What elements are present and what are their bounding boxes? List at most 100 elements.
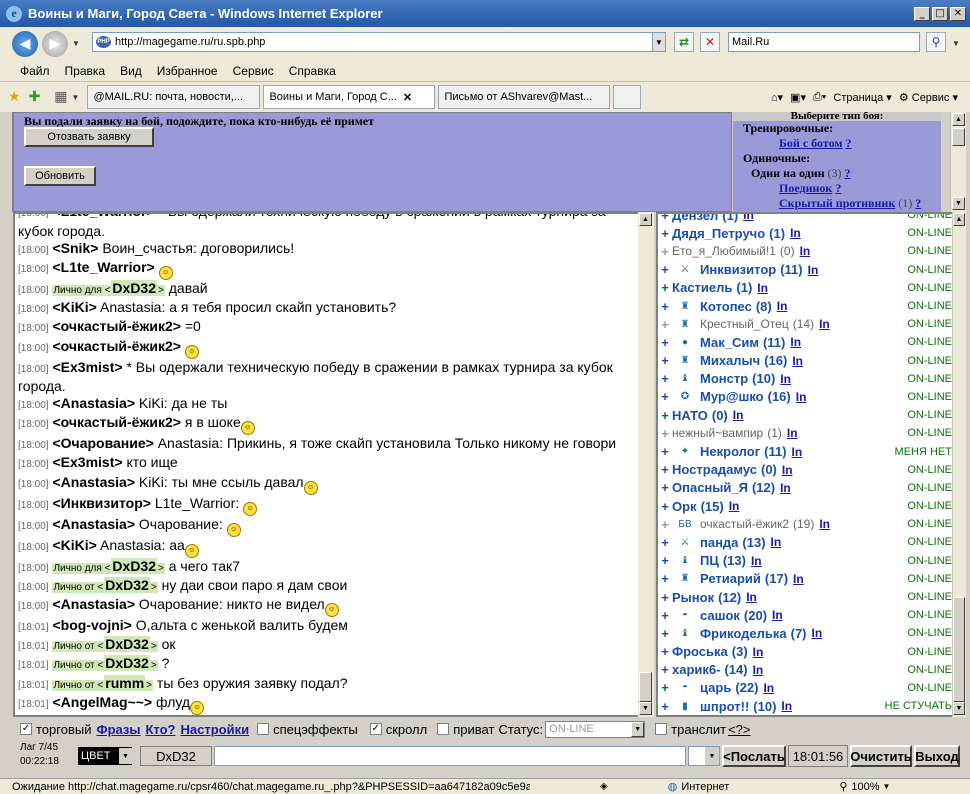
user-info-link[interactable]: In xyxy=(796,390,807,404)
user-info-link[interactable]: In xyxy=(751,554,762,568)
user-row[interactable]: + БВ очкастый-ёжик2 (19) In ON-LINE xyxy=(658,515,952,533)
page-menu[interactable]: Страница ▾ xyxy=(833,91,891,104)
user-row[interactable]: + нежный~вампир (1) In ON-LINE xyxy=(658,424,952,442)
chat-nick[interactable]: DxD32 xyxy=(104,655,150,672)
refresh-button[interactable]: Обновить xyxy=(24,166,96,186)
plus-icon[interactable]: + xyxy=(658,444,672,459)
minimize-button[interactable]: _ xyxy=(914,6,930,21)
address-dropdown-button[interactable]: ▼ xyxy=(652,32,666,52)
chat-nick-wrap[interactable]: <Anastasia> xyxy=(52,516,135,532)
plus-icon[interactable]: + xyxy=(658,499,672,514)
effects-checkbox[interactable] xyxy=(257,723,270,735)
menu-favorites[interactable]: Избранное xyxy=(157,64,218,78)
chat-nick[interactable]: очкастый-ёжик2 xyxy=(61,318,173,334)
menu-help[interactable]: Справка xyxy=(289,64,336,78)
scroll-up-icon[interactable]: ▲ xyxy=(639,213,652,226)
plus-icon[interactable]: + xyxy=(658,608,672,623)
plus-icon[interactable]: + xyxy=(658,299,672,314)
user-info-link[interactable]: In xyxy=(753,663,764,677)
user-info-link[interactable]: In xyxy=(771,535,782,549)
plus-icon[interactable]: + xyxy=(658,214,672,223)
user-name[interactable]: Ретиарий xyxy=(700,571,761,586)
user-info-link[interactable]: In xyxy=(792,354,803,368)
chat-nick[interactable]: KiKi xyxy=(61,299,89,315)
user-name[interactable]: Мак_Сим xyxy=(700,335,759,350)
user-row[interactable]: + ♝ Монстр (10) In ON-LINE xyxy=(658,370,952,388)
user-row[interactable]: + Нострадамус (0) In ON-LINE xyxy=(658,461,952,479)
menu-view[interactable]: Вид xyxy=(120,64,142,78)
scroll-down-icon[interactable]: ▼ xyxy=(639,702,652,715)
status-select[interactable]: ON-LINE ▼ xyxy=(545,720,646,738)
duel-help[interactable]: ? xyxy=(835,181,841,195)
user-info-link[interactable]: In xyxy=(772,608,783,622)
chat-nick[interactable]: DxD32 xyxy=(104,636,150,653)
user-info-link[interactable]: In xyxy=(743,214,754,222)
chat-nick[interactable]: DxD32 xyxy=(104,576,150,593)
chat-nick-wrap[interactable]: <L1te_Warrior> xyxy=(52,259,154,275)
plus-icon[interactable]: + xyxy=(658,517,672,532)
search-input[interactable]: Mail.Ru xyxy=(728,32,920,52)
history-dropdown-icon[interactable]: ▼ xyxy=(72,39,80,48)
user-row[interactable]: + ✪ Мур@шко (16) In ON-LINE xyxy=(658,388,952,406)
tools-menu[interactable]: ⚙ Сервис ▾ xyxy=(899,91,958,104)
print-icon[interactable]: ⎙▾ xyxy=(813,91,826,104)
user-info-link[interactable]: In xyxy=(733,408,744,422)
user-name[interactable]: Фроська xyxy=(672,644,728,659)
plus-icon[interactable]: + xyxy=(658,226,672,241)
user-row[interactable]: + ⚔ Инквизитор (11) In ON-LINE xyxy=(658,261,952,279)
user-name[interactable]: Ето_я_Любимый!1 xyxy=(672,244,776,258)
user-name[interactable]: Инквизитор xyxy=(700,262,776,277)
user-name[interactable]: Мур@шко xyxy=(700,389,764,404)
chat-nick-wrap[interactable]: <AngelMag~~> xyxy=(52,694,152,710)
message-input[interactable] xyxy=(214,746,686,766)
chat-nick[interactable]: KiKi xyxy=(61,537,89,553)
plus-icon[interactable]: + xyxy=(658,644,672,659)
chat-nick[interactable]: Anastasia xyxy=(61,474,127,490)
hidden-enemy-link[interactable]: Скрытый противник xyxy=(779,196,895,210)
plus-icon[interactable]: + xyxy=(658,389,672,404)
user-row[interactable]: + ♝ ПЦ (13) In ON-LINE xyxy=(658,552,952,570)
trade-checkbox[interactable]: ✓ xyxy=(20,723,32,735)
bot-fight-help[interactable]: ? xyxy=(846,136,852,150)
chat-nick[interactable]: L1te_Warrior xyxy=(61,259,147,275)
user-name[interactable]: Дензел xyxy=(672,214,718,223)
scroll-thumb[interactable] xyxy=(953,597,965,702)
chat-nick-wrap[interactable]: <Anastasia> xyxy=(52,474,135,490)
chat-nick[interactable]: DxD32 xyxy=(111,280,158,297)
user-info-link[interactable]: In xyxy=(790,335,801,349)
chat-nick-wrap[interactable]: <KiKi> xyxy=(52,537,96,553)
user-name[interactable]: Фрикоделька xyxy=(700,626,787,641)
user-info-link[interactable]: In xyxy=(790,226,801,240)
add-favorites-icon[interactable]: ✚ xyxy=(29,89,41,105)
one-on-one-help[interactable]: ? xyxy=(845,166,851,180)
clear-button[interactable]: Очистить xyxy=(850,745,912,767)
chat-nick-wrap[interactable]: <Очарование> xyxy=(52,435,153,451)
who-link[interactable]: Кто? xyxy=(145,722,175,737)
user-row[interactable]: + ♜ Крестный_Отец (14) In ON-LINE xyxy=(658,315,952,333)
duel-link[interactable]: Поединок xyxy=(779,181,832,195)
zoom-icon[interactable]: ⚲ xyxy=(839,780,847,793)
user-info-link[interactable]: In xyxy=(753,645,764,659)
user-row[interactable]: + НАТО (0) In ON-LINE xyxy=(658,406,952,424)
user-row[interactable]: + ♜ Котопес (8) In ON-LINE xyxy=(658,297,952,315)
phrase-select[interactable]: ▼ xyxy=(688,746,720,766)
scroll-down-icon[interactable]: ▼ xyxy=(953,702,965,715)
user-name[interactable]: Крестный_Отец xyxy=(700,317,789,331)
plus-icon[interactable]: + xyxy=(658,480,672,495)
withdraw-request-button[interactable]: Отозвать заявку xyxy=(24,127,154,147)
user-name[interactable]: шпрот!! xyxy=(700,699,749,714)
user-name[interactable]: нежный~вампир xyxy=(672,426,763,440)
plus-icon[interactable]: + xyxy=(658,535,672,550)
plus-icon[interactable]: + xyxy=(658,371,672,386)
fight-type-scrollbar[interactable]: ▲ ▼ xyxy=(950,112,966,212)
plus-icon[interactable]: + xyxy=(658,262,672,277)
bot-fight-link[interactable]: Бой с ботом xyxy=(779,136,843,150)
scroll-checkbox[interactable]: ✓ xyxy=(369,723,382,735)
chat-nick-wrap[interactable]: <Snik> xyxy=(52,240,98,256)
tab-list-dropdown-icon[interactable]: ▼ xyxy=(72,93,80,102)
plus-icon[interactable]: + xyxy=(658,280,672,295)
chat-nick-wrap[interactable]: <Ex3mist> xyxy=(52,359,122,375)
translit-checkbox[interactable] xyxy=(655,723,668,735)
scroll-up-icon[interactable]: ▲ xyxy=(953,213,965,226)
chat-nick[interactable]: очкастый-ёжик2 xyxy=(61,414,173,430)
